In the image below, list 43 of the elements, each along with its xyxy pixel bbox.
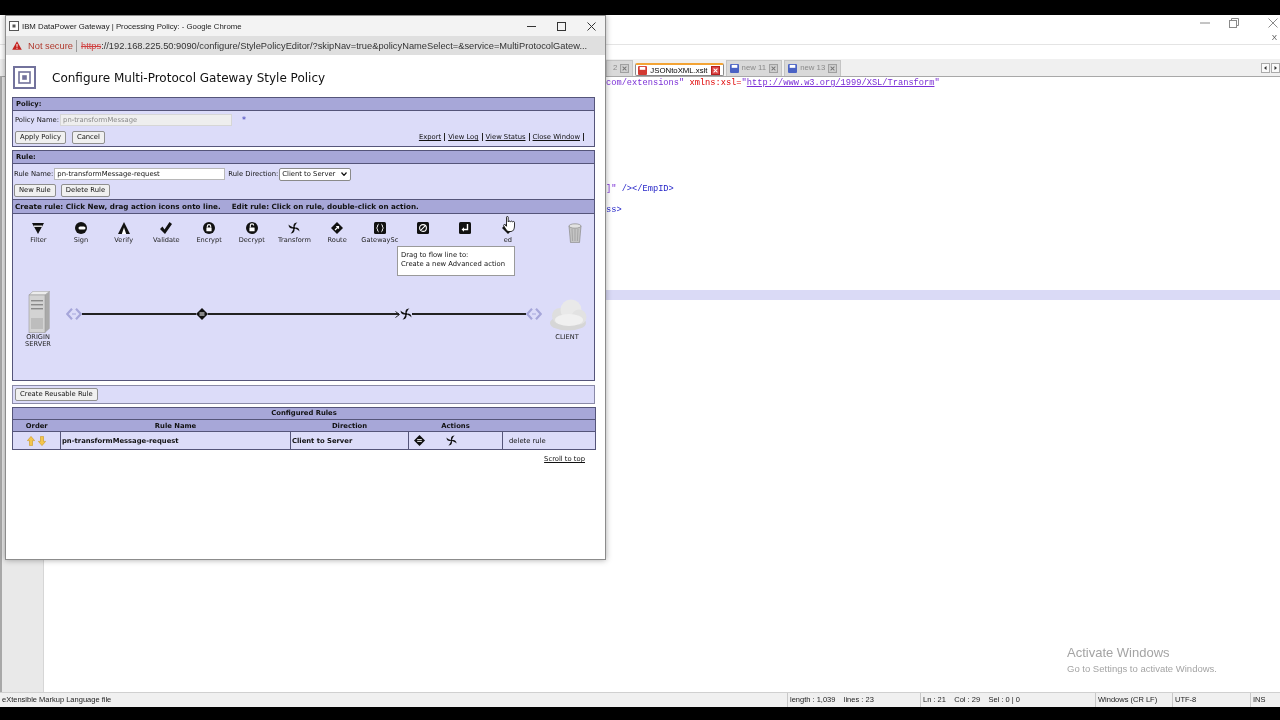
prohibited-icon bbox=[416, 222, 429, 234]
chevrons-icon bbox=[66, 308, 82, 320]
braces-icon bbox=[373, 222, 386, 234]
maximize-icon[interactable] bbox=[557, 21, 566, 31]
activation-text: Go to Settings to activate Windows. bbox=[1067, 663, 1217, 674]
minimize-icon[interactable] bbox=[527, 25, 536, 27]
activation-title: Activate Windows bbox=[1067, 645, 1170, 660]
diamond-equals-icon[interactable] bbox=[414, 435, 425, 446]
code-line: ]" /></EmpID> bbox=[606, 183, 674, 194]
pinwheel-icon bbox=[288, 222, 301, 234]
scroll-left-icon[interactable] bbox=[1261, 62, 1270, 73]
security-label[interactable]: Not secure bbox=[28, 40, 73, 51]
diamond-equals-icon[interactable] bbox=[195, 308, 208, 320]
action-palette-item[interactable] bbox=[459, 222, 472, 234]
close-document-button[interactable]: X bbox=[1271, 33, 1277, 42]
scroll-right-icon[interactable] bbox=[1271, 62, 1280, 73]
server-icon bbox=[28, 291, 50, 333]
url-text[interactable]: https://192.168.225.50:9090/configure/StylePolicyEditor/?skipNav=true&policyNameSelect=&service=MultiProtocolGatew... bbox=[80, 40, 588, 51]
required-mark: * bbox=[242, 115, 247, 125]
close-icon[interactable] bbox=[587, 21, 596, 31]
nested-squares-icon bbox=[13, 66, 36, 89]
pinwheel-icon[interactable] bbox=[446, 435, 457, 446]
pinwheel-icon[interactable] bbox=[400, 308, 413, 320]
cloud-icon bbox=[549, 299, 587, 331]
code-line: ss> bbox=[606, 205, 622, 216]
page-icon bbox=[9, 21, 19, 31]
hand-cursor-icon bbox=[503, 216, 515, 232]
restore-icon[interactable] bbox=[1229, 18, 1239, 28]
return-arrow-icon bbox=[459, 222, 472, 234]
unlock-icon bbox=[245, 222, 258, 234]
lock-icon bbox=[203, 222, 216, 234]
warning-icon[interactable] bbox=[12, 41, 22, 50]
diamond-arrow-icon bbox=[331, 222, 344, 234]
caret-icon bbox=[341, 172, 348, 176]
page-title: Configure Multi-Protocol Gateway Style Policy bbox=[52, 70, 326, 85]
funnel-icon bbox=[32, 222, 45, 234]
code-line: com/extensions" xmlns:xsl="http://www.w3.org/1999/XSL/Transform" bbox=[606, 78, 940, 88]
action-palette-item[interactable] bbox=[416, 222, 429, 234]
checkmark-icon bbox=[160, 222, 173, 234]
pill-icon bbox=[75, 222, 87, 234]
chevrons-icon bbox=[526, 308, 542, 320]
close-icon[interactable] bbox=[710, 65, 720, 75]
triangle-icon bbox=[117, 222, 130, 234]
